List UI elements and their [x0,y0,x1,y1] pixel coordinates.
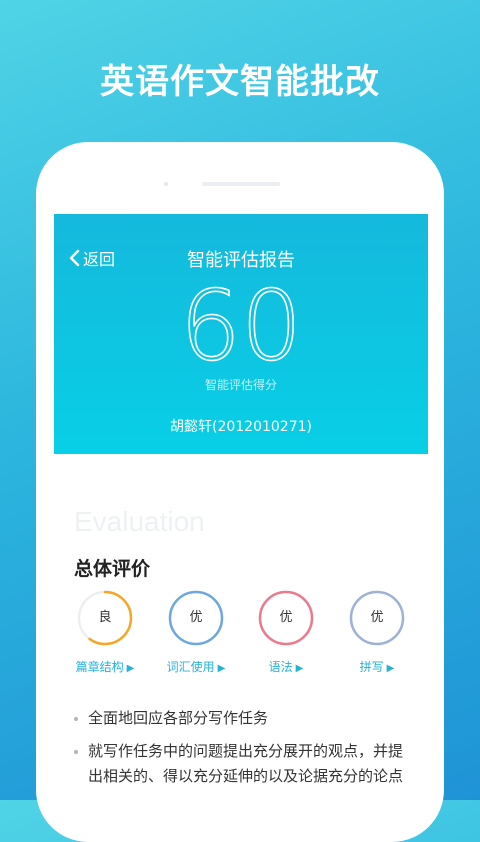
comment-text: 全面地回应各部分写作任务 [88,709,269,727]
bullet-dot-icon [74,750,78,754]
rating-grade: 良 [98,610,112,625]
score-value: 60 [54,275,428,377]
play-arrow-icon: ▶ [217,663,226,674]
rating-grade: 优 [189,610,203,625]
back-button[interactable]: 返回 [68,246,115,270]
student-name: 胡懿轩(2012010271) [170,419,312,435]
rating-label: 语法 ▶ [246,658,326,675]
rating-label-text: 语法 [268,660,293,674]
play-arrow-icon: ▶ [295,663,304,674]
comment-list: 全面地回应各部分写作任务 就写作任务中的问题提出充分展开的观点，并提出相关的、得… [74,706,414,797]
rating-grade: 优 [370,610,384,625]
score-number: 60 [179,270,303,382]
rating-ring: 优 [168,590,224,646]
rating-label: 拼写 ▶ [337,658,417,675]
play-arrow-icon: ▶ [386,663,395,674]
rating-label: 词汇使用 ▶ [156,658,236,675]
bullet-dot-icon [74,717,78,721]
rating-ring: 优 [349,590,405,646]
phone-speaker [202,182,280,186]
rating-ring: 优 [258,590,314,646]
promo-title: 英语作文智能批改 [100,62,380,102]
rating-grade: 优 [279,610,293,625]
rating-ring: 良 [77,590,133,646]
rating-vocabulary[interactable]: 优 词汇使用 ▶ [156,590,236,675]
report-header: 返回 智能评估报告 60 智能评估得分 胡懿轩(2012010271) [54,214,428,454]
rating-label-text: 词汇使用 [166,660,215,674]
list-item: 全面地回应各部分写作任务 [74,706,414,731]
score-label: 智能评估得分 [204,378,277,392]
rating-structure[interactable]: 良 篇章结构 ▶ [65,590,145,675]
rating-list: 良 篇章结构 ▶ 优 词汇使用 ▶ 优 语法 ▶ 优 拼写 ▶ [54,590,428,680]
app-screen: 返回 智能评估报告 60 智能评估得分 胡懿轩(2012010271) Eval… [54,214,428,800]
section-title-overall: 总体评价 [74,558,151,580]
evaluation-watermark: Evaluation [74,506,205,537]
rating-label: 篇章结构 ▶ [65,658,145,675]
back-label: 返回 [83,250,116,269]
phone-sensor [164,182,168,186]
comment-text: 就写作任务中的问题提出充分展开的观点，并提出相关的、得以充分延伸的以及论据充分的… [88,742,404,785]
list-item: 就写作任务中的问题提出充分展开的观点，并提出相关的、得以充分延伸的以及论据充分的… [74,739,414,789]
rating-label-text: 篇章结构 [75,660,124,674]
play-arrow-icon: ▶ [126,663,135,674]
rating-grammar[interactable]: 优 语法 ▶ [246,590,326,675]
rating-spelling[interactable]: 优 拼写 ▶ [337,590,417,675]
chevron-left-icon [69,249,80,267]
rating-label-text: 拼写 [359,660,384,674]
